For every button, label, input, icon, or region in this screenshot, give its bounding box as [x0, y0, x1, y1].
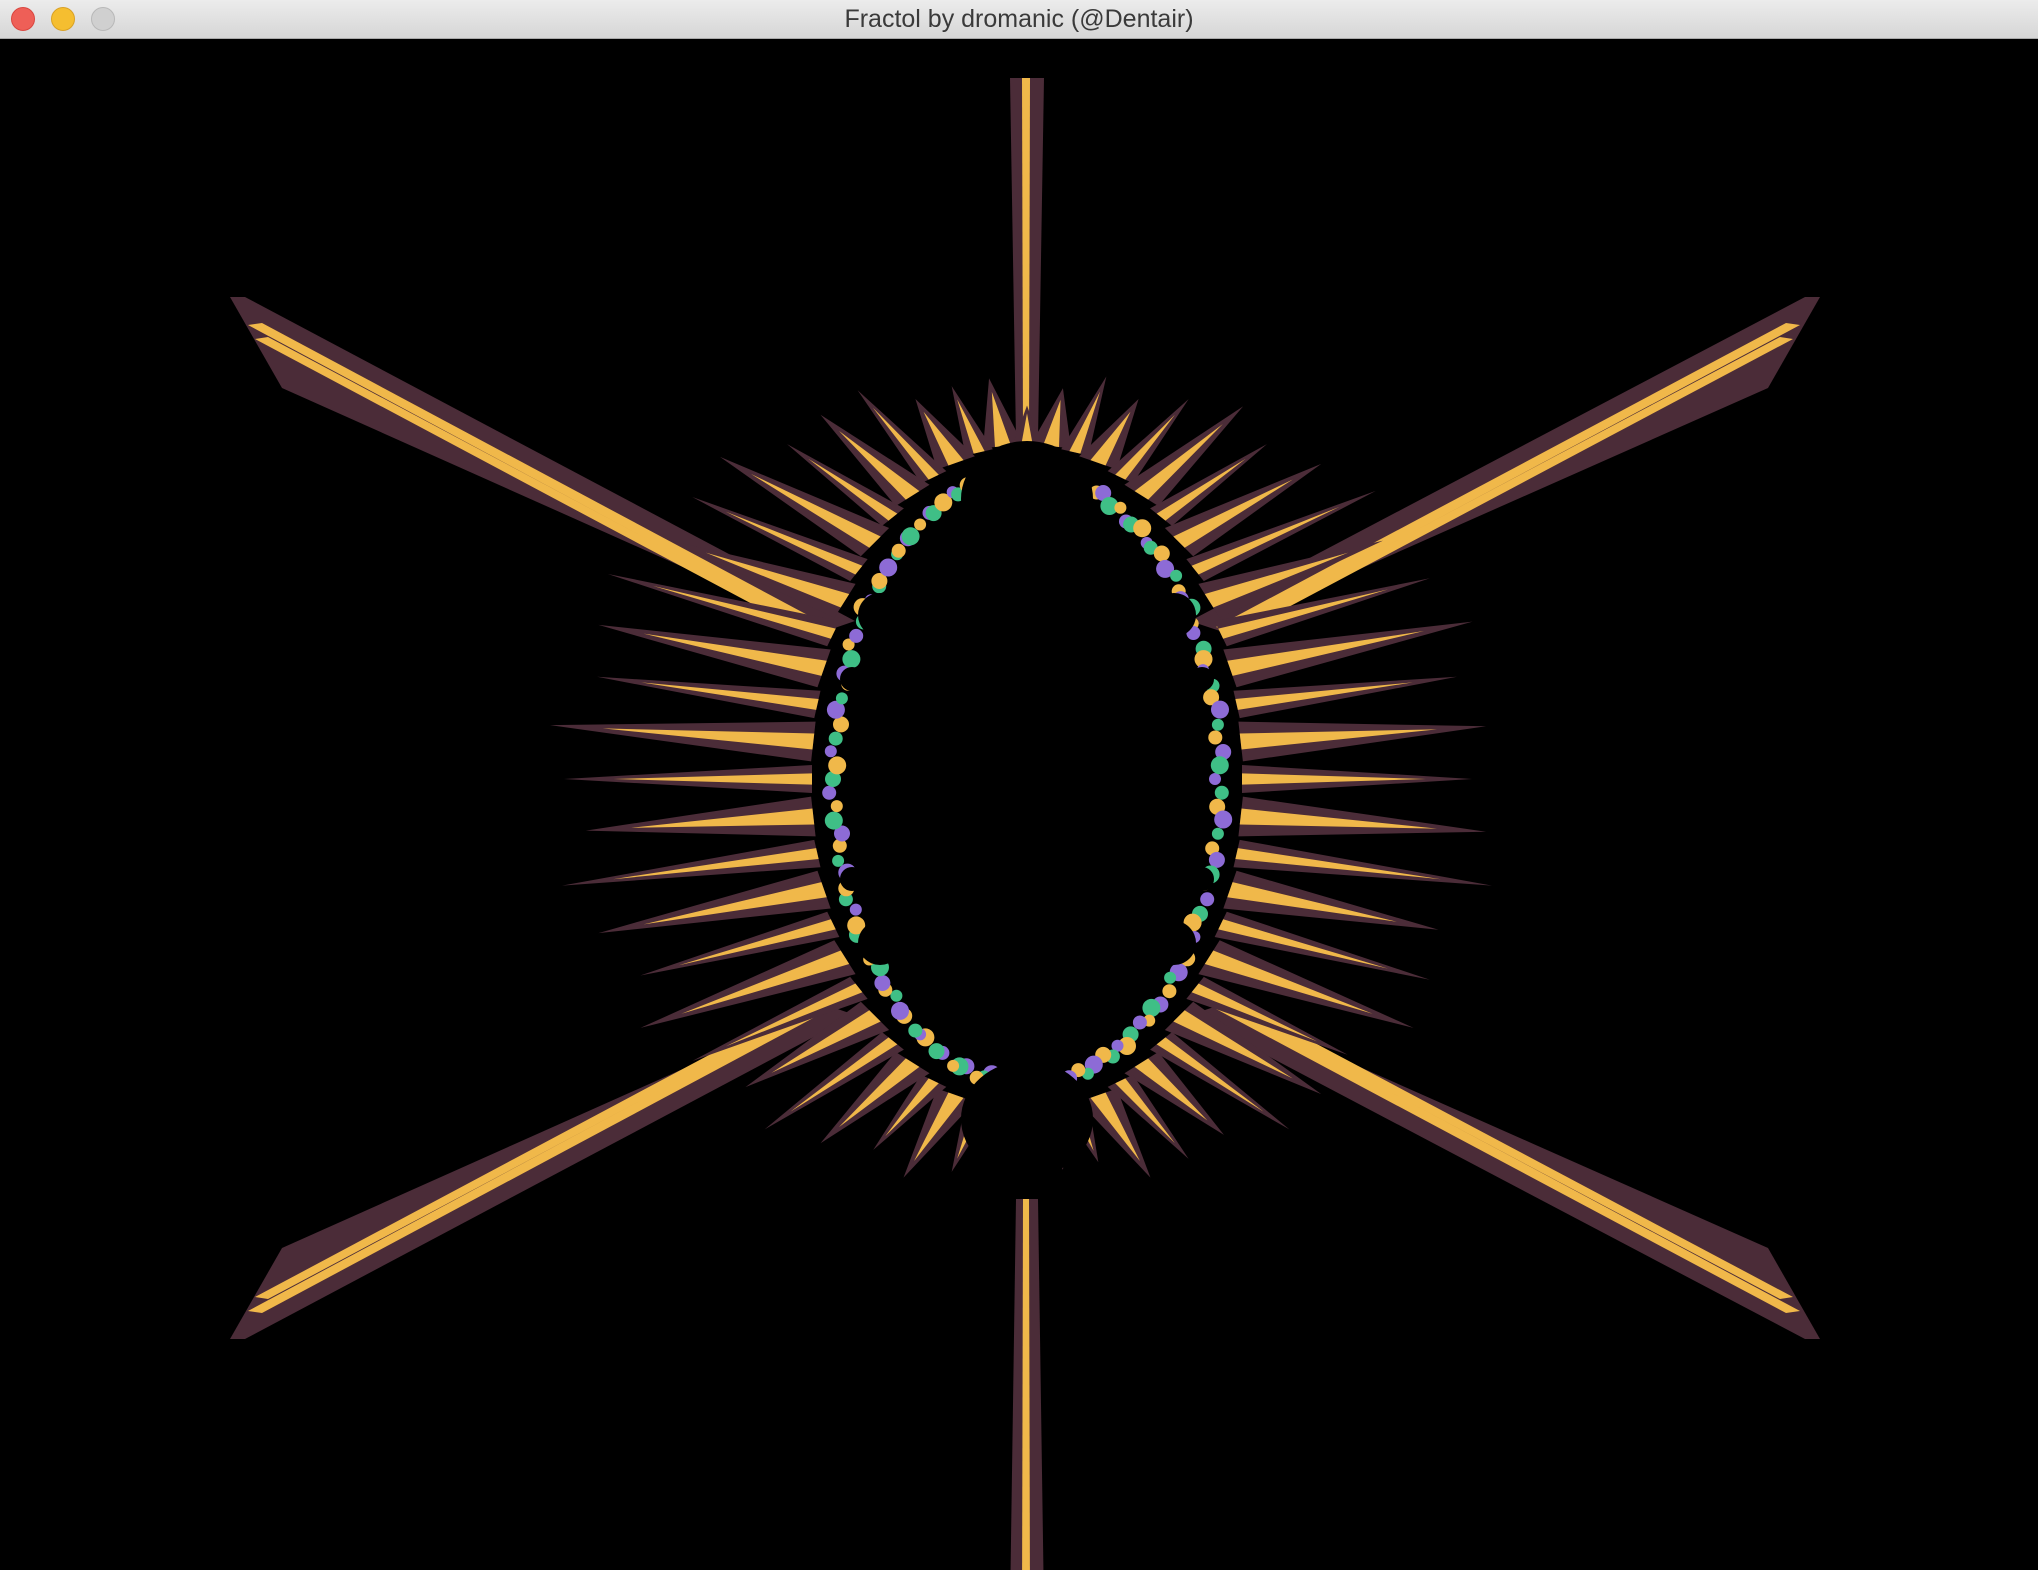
frill-dot	[828, 731, 843, 746]
app-window: Fractol by dromanic (@Dentair)	[0, 0, 2038, 1570]
frill-dot	[879, 558, 898, 577]
frill-dot	[832, 854, 845, 867]
frill-dot	[1200, 892, 1215, 907]
frill-dot	[824, 811, 843, 830]
frill-dot	[1208, 851, 1225, 868]
frill-dot	[890, 989, 903, 1002]
frill-dot	[1214, 810, 1233, 829]
fractal-render	[0, 39, 2038, 1570]
frill-dot	[849, 903, 862, 916]
frill-dot	[1208, 730, 1223, 745]
frill-dot	[1210, 756, 1229, 775]
frill-dot	[891, 1001, 909, 1020]
frill-dot	[842, 650, 861, 669]
frill-dot	[824, 745, 837, 758]
frill-dot	[901, 527, 920, 546]
frill-dot	[1162, 984, 1177, 999]
frill-dot	[828, 756, 847, 775]
frill-dot	[891, 543, 906, 558]
frill-dot	[1142, 998, 1161, 1017]
frill-dot	[914, 518, 927, 531]
frill-dot	[835, 692, 848, 705]
frill-dot	[830, 800, 843, 813]
frill-dot	[1214, 785, 1229, 800]
frill-dot	[822, 785, 837, 800]
frill-dot	[928, 1043, 945, 1060]
frill-dot	[1170, 569, 1183, 582]
frill-dot	[849, 628, 864, 643]
frill-dot	[1133, 519, 1152, 538]
frill-dot	[874, 975, 891, 991]
frill-dot	[1209, 773, 1221, 785]
fractal-canvas[interactable]	[0, 39, 2038, 1570]
frill-dot	[1164, 971, 1177, 984]
frill-dot	[1211, 718, 1224, 731]
frill-dot	[1132, 1015, 1147, 1030]
frill-dot	[1153, 545, 1170, 562]
frill-dot	[1211, 827, 1224, 840]
frill-dot	[833, 716, 849, 733]
frill-dot	[908, 1023, 923, 1038]
window-title: Fractol by dromanic (@Dentair)	[844, 5, 1194, 33]
frill-dot	[1114, 501, 1127, 514]
frill-dot	[1211, 700, 1229, 719]
title-bar[interactable]: Fractol by dromanic (@Dentair)	[0, 0, 2038, 39]
frill-dot	[947, 1059, 960, 1072]
